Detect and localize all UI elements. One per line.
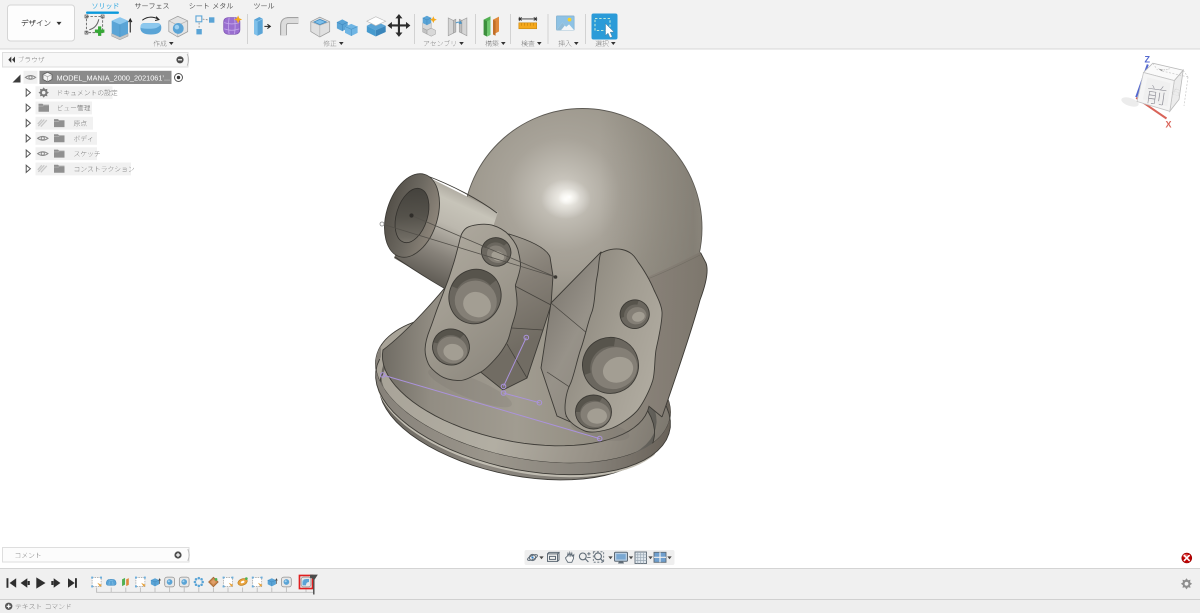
- svg-text:MODEL_MANIA_2000_2021061’...: MODEL_MANIA_2000_2021061’...: [57, 73, 171, 82]
- svg-text:Z: Z: [1145, 55, 1151, 65]
- svg-text:X: X: [1166, 120, 1172, 130]
